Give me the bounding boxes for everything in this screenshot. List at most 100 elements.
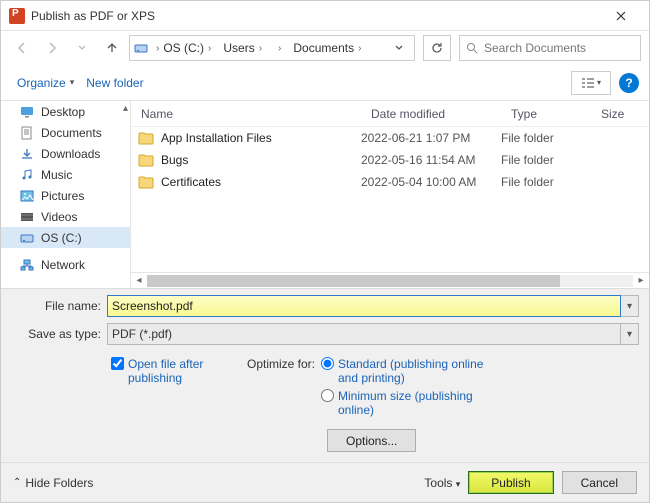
sidebar-label: Music [41,168,72,182]
sidebar-label: Pictures [41,189,84,203]
savetype-value: PDF (*.pdf) [112,327,172,341]
filename-input[interactable] [107,295,621,317]
col-type[interactable]: Type [501,107,591,121]
help-icon: ? [625,76,632,90]
arrow-left-icon [15,41,29,55]
savetype-row: Save as type: PDF (*.pdf) ▾ [11,323,639,345]
back-button[interactable] [9,35,35,61]
recent-dropdown[interactable] [69,35,95,61]
breadcrumb-label: Users [223,41,254,55]
optimize-label: Optimize for: [241,357,321,417]
sidebar-item-videos[interactable]: Videos [1,206,130,227]
radio-minimum[interactable] [321,389,334,402]
tools-menu[interactable]: Tools ▾ [424,476,460,490]
file-date: 2022-05-16 11:54 AM [361,153,501,167]
col-size[interactable]: Size [591,107,649,121]
sidebar-item-documents[interactable]: Documents [1,122,130,143]
desktop-icon [19,105,35,119]
app-icon [9,8,25,24]
chevron-right-icon: › [208,43,211,54]
pictures-icon [19,189,35,203]
toolbar: Organize ▾ New folder ▾ ? [1,65,649,101]
col-name[interactable]: Name [131,107,361,121]
new-folder-button[interactable]: New folder [80,72,149,94]
filename-row: File name: ▾ [11,295,639,317]
publish-label: Publish [491,476,530,490]
radio-standard[interactable] [321,357,334,370]
sidebar-item-music[interactable]: Music [1,164,130,185]
file-list: App Installation Files2022-06-21 1:07 PM… [131,127,649,193]
breadcrumb-segment[interactable]: Documents› [287,36,367,60]
up-button[interactable] [99,35,125,61]
col-date[interactable]: Date modified [361,107,501,121]
chevron-down-icon [78,44,86,52]
view-options-button[interactable]: ▾ [571,71,611,95]
file-type: File folder [501,175,591,189]
table-row[interactable]: App Installation Files2022-06-21 1:07 PM… [131,127,649,149]
chevron-down-icon [395,44,403,52]
documents-icon [19,126,35,140]
new-folder-label: New folder [86,76,143,90]
search-input[interactable]: Search Documents [459,35,641,61]
sidebar-item-desktop[interactable]: Desktop [1,101,130,122]
filename-dropdown[interactable]: ▾ [621,295,639,317]
scroll-up-icon[interactable]: ▴ [123,103,128,114]
options-area: Open file after publishing Optimize for:… [11,351,639,419]
sidebar-label: OS (C:) [41,231,82,245]
downloads-icon [19,147,35,161]
file-type: File folder [501,153,591,167]
savetype-select[interactable]: PDF (*.pdf) [107,323,621,345]
savetype-dropdown[interactable]: ▾ [621,323,639,345]
breadcrumb-segment[interactable]: Users› [217,36,268,60]
network-icon [19,258,35,272]
chevron-down-icon: ▾ [70,77,75,88]
sidebar-item-downloads[interactable]: Downloads [1,143,130,164]
footer: ⌃Hide Folders Tools ▾ Publish Cancel [1,462,649,502]
close-button[interactable] [601,1,641,31]
content-area: ▴ Desktop Documents Downloads Music Pict… [1,101,649,288]
file-name: Bugs [161,153,361,167]
arrow-right-icon [45,41,59,55]
options-button-label: Options... [346,434,397,448]
scroll-right-icon[interactable]: ▸ [633,275,649,286]
publish-button[interactable]: Publish [468,471,553,494]
refresh-button[interactable] [423,35,451,61]
file-name: App Installation Files [161,131,361,145]
chevron-right-icon: › [358,43,361,54]
sidebar-label: Desktop [41,105,85,119]
sidebar-item-os-c[interactable]: OS (C:) [1,227,130,248]
arrow-up-icon [105,41,119,55]
scroll-left-icon[interactable]: ◂ [131,275,147,286]
sidebar-label: Videos [41,210,77,224]
table-row[interactable]: Certificates2022-05-04 10:00 AMFile fold… [131,171,649,193]
view-icon [581,77,595,89]
cancel-label: Cancel [581,476,618,490]
hide-folders-button[interactable]: ⌃Hide Folders [13,476,93,490]
address-bar[interactable]: ›OS (C:)› Users› › Documents› [129,35,415,61]
breadcrumb-segment[interactable]: › [268,36,287,60]
options-button-row: Options... [11,425,639,454]
open-after-checkbox[interactable] [111,357,124,370]
filename-label: File name: [11,299,107,313]
chevron-down-icon: ▾ [456,479,461,489]
sidebar-label: Network [41,258,85,272]
options-button[interactable]: Options... [327,429,416,452]
folder-icon [131,154,161,167]
organize-menu[interactable]: Organize ▾ [11,72,80,94]
scrollbar-track[interactable] [147,275,633,287]
folder-icon [131,176,161,189]
organize-label: Organize [17,76,66,90]
forward-button[interactable] [39,35,65,61]
sidebar-item-pictures[interactable]: Pictures [1,185,130,206]
horizontal-scrollbar[interactable]: ◂ ▸ [131,272,649,288]
sidebar-item-network[interactable]: Network [1,254,130,275]
cancel-button[interactable]: Cancel [562,471,637,494]
breadcrumb-segment[interactable]: ›OS (C:)› [150,36,217,60]
scrollbar-thumb[interactable] [147,275,560,287]
table-row[interactable]: Bugs2022-05-16 11:54 AMFile folder [131,149,649,171]
help-button[interactable]: ? [619,73,639,93]
address-dropdown[interactable] [386,35,412,61]
file-header: Name Date modified Type Size [131,101,649,127]
drive-icon [132,41,150,55]
chevron-right-icon: › [156,43,159,54]
